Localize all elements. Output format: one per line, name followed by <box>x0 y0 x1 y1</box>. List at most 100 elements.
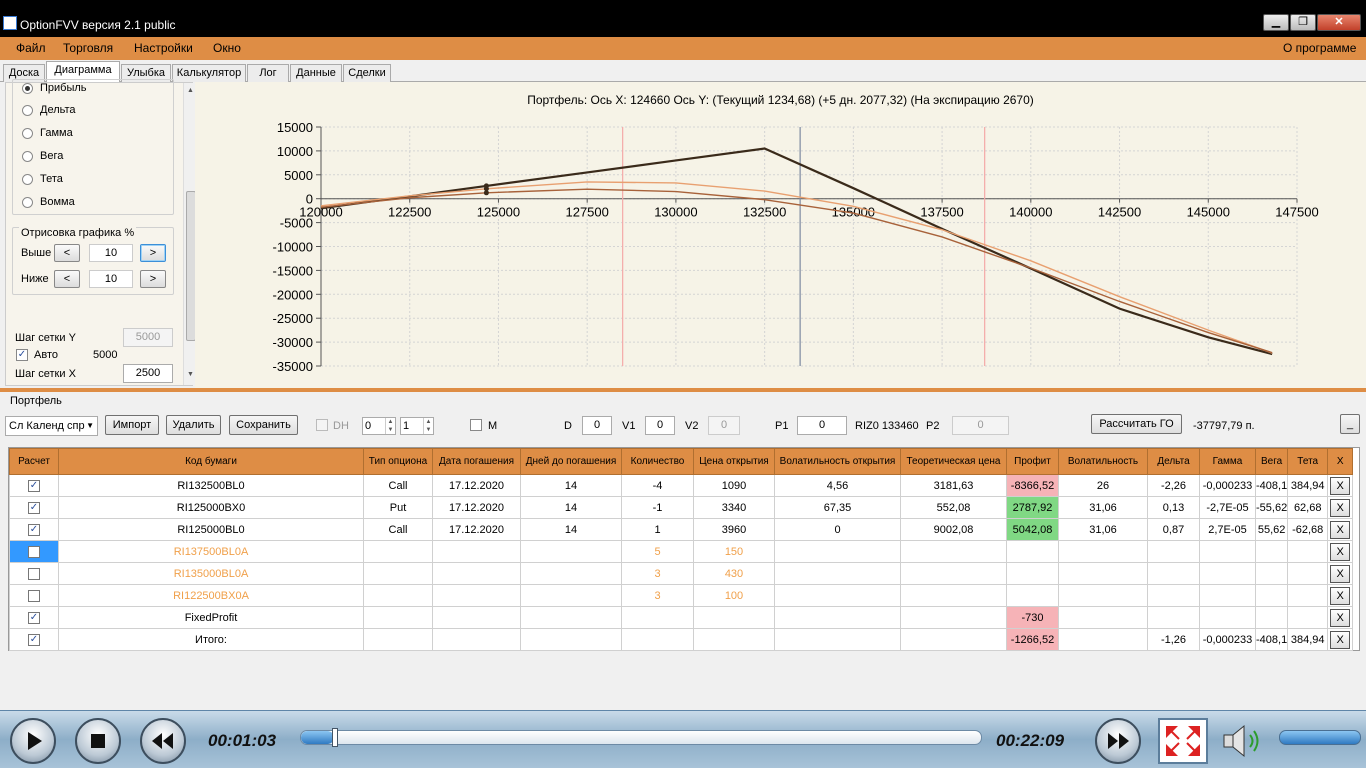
above-increase-button[interactable]: > <box>140 244 166 262</box>
menu-settings[interactable]: Настройки <box>134 41 193 55</box>
table-cell[interactable]: Итого: <box>58 628 364 651</box>
table-cell[interactable] <box>693 628 775 651</box>
strategy-combo[interactable]: Сл Календ спр ▼ <box>5 416 98 436</box>
table-cell[interactable]: 55,62 <box>1254 518 1289 541</box>
table-cell[interactable]: 5 <box>621 540 694 563</box>
table-cell[interactable]: 0 <box>774 518 901 541</box>
row-checkbox[interactable] <box>28 589 40 602</box>
table-cell[interactable]: -62,68 <box>1287 518 1329 541</box>
table-cell[interactable] <box>1058 606 1148 629</box>
table-cell[interactable] <box>520 628 622 651</box>
table-cell[interactable]: 3340 <box>693 496 775 519</box>
table-cell[interactable] <box>1254 606 1289 629</box>
table-cell[interactable] <box>900 540 1007 563</box>
table-cell[interactable]: 26 <box>1058 474 1148 497</box>
table-row[interactable]: ✓ RI132500BL0 Call 17.12.2020 14 -4 1090 4,56 31… <box>9 474 1354 497</box>
table-cell[interactable]: 2787,92 <box>1006 496 1059 519</box>
table-cell[interactable] <box>432 584 521 607</box>
grid-y-input[interactable]: 5000 <box>123 328 173 347</box>
table-cell[interactable] <box>520 540 622 563</box>
table-cell[interactable] <box>774 606 901 629</box>
column-header[interactable]: Цена открытия <box>693 448 775 475</box>
table-cell[interactable]: -1,26 <box>1147 628 1200 651</box>
table-cell[interactable]: 3960 <box>693 518 775 541</box>
spin-box-1[interactable]: 0 ▲ ▼ <box>362 417 396 435</box>
column-header[interactable]: Код бумаги <box>58 448 364 475</box>
save-button[interactable]: Сохранить <box>229 415 298 435</box>
table-cell[interactable]: 0,13 <box>1147 496 1200 519</box>
table-cell[interactable]: 67,35 <box>774 496 901 519</box>
table-cell[interactable] <box>363 562 433 585</box>
delete-row-button[interactable]: X <box>1330 498 1351 517</box>
table-cell[interactable] <box>774 584 901 607</box>
column-header[interactable]: Гамма <box>1199 448 1256 475</box>
spin-box-2[interactable]: 1 ▲ ▼ <box>400 417 434 435</box>
table-cell[interactable]: RI122500BX0A <box>58 584 364 607</box>
table-cell[interactable]: 430 <box>693 562 775 585</box>
below-value[interactable]: 10 <box>89 270 133 288</box>
table-cell[interactable] <box>900 606 1007 629</box>
column-header[interactable]: Количество <box>621 448 694 475</box>
delete-row-button[interactable]: X <box>1330 564 1351 583</box>
table-cell[interactable] <box>1199 562 1256 585</box>
table-cell[interactable]: 17.12.2020 <box>432 518 521 541</box>
tab-data[interactable]: Данные <box>290 64 342 82</box>
below-decrease-button[interactable]: < <box>54 270 80 288</box>
volume-icon[interactable] <box>1220 721 1268 761</box>
column-header[interactable]: Тета <box>1287 448 1329 475</box>
table-cell[interactable] <box>1199 606 1256 629</box>
table-cell[interactable] <box>900 584 1007 607</box>
table-cell[interactable]: -730 <box>1006 606 1059 629</box>
fullscreen-button[interactable] <box>1158 718 1208 764</box>
table-cell[interactable]: RI135000BL0A <box>58 562 364 585</box>
table-cell[interactable] <box>693 606 775 629</box>
table-cell[interactable] <box>1287 606 1329 629</box>
table-cell[interactable]: 3181,63 <box>900 474 1007 497</box>
table-cell[interactable]: Call <box>363 518 433 541</box>
table-cell[interactable] <box>1058 584 1148 607</box>
table-cell[interactable] <box>432 562 521 585</box>
volume-slider[interactable] <box>1279 730 1361 745</box>
table-cell[interactable] <box>1254 562 1289 585</box>
p2-input[interactable]: 0 <box>952 416 1009 435</box>
collapse-button[interactable]: _ <box>1340 414 1360 434</box>
column-header[interactable]: Тип опциона <box>363 448 433 475</box>
column-header[interactable]: Волатильность <box>1058 448 1148 475</box>
table-cell[interactable]: Call <box>363 474 433 497</box>
fast-forward-button[interactable] <box>1095 718 1141 764</box>
table-cell[interactable]: -2,7E-05 <box>1199 496 1256 519</box>
table-cell[interactable] <box>1058 562 1148 585</box>
table-cell[interactable]: 384,94 <box>1287 628 1329 651</box>
table-cell[interactable] <box>432 540 521 563</box>
table-cell[interactable] <box>1199 540 1256 563</box>
table-cell[interactable]: -0,000233 <box>1199 474 1256 497</box>
table-row[interactable]: RI135000BL0A 3 430 X <box>9 562 1354 585</box>
table-cell[interactable] <box>1287 562 1329 585</box>
maximize-button[interactable]: ❐ <box>1290 14 1316 31</box>
table-cell[interactable]: 384,94 <box>1287 474 1329 497</box>
table-cell[interactable]: -1266,52 <box>1006 628 1059 651</box>
table-cell[interactable] <box>900 628 1007 651</box>
v1-input[interactable]: 0 <box>645 416 675 435</box>
delete-row-button[interactable]: X <box>1330 630 1351 649</box>
menu-file[interactable]: Файл <box>16 41 46 55</box>
table-cell[interactable] <box>1199 584 1256 607</box>
scroll-down-icon[interactable]: ▼ <box>187 371 194 378</box>
table-row[interactable]: RI137500BL0A 5 150 X <box>9 540 1354 563</box>
table-cell[interactable] <box>1254 584 1289 607</box>
table-cell[interactable] <box>363 540 433 563</box>
table-cell[interactable]: RI137500BL0A <box>58 540 364 563</box>
table-cell[interactable]: 31,06 <box>1058 496 1148 519</box>
table-row[interactable]: RI122500BX0A 3 100 X <box>9 584 1354 607</box>
rewind-button[interactable] <box>140 718 186 764</box>
table-cell[interactable]: -4 <box>621 474 694 497</box>
table-cell[interactable] <box>520 584 622 607</box>
row-checkbox[interactable]: ✓ <box>28 523 40 536</box>
p1-input[interactable]: 0 <box>797 416 847 435</box>
below-increase-button[interactable]: > <box>140 270 166 288</box>
row-calc-cell[interactable]: ✓ <box>9 496 59 519</box>
table-cell[interactable]: 3 <box>621 584 694 607</box>
table-cell[interactable] <box>363 606 433 629</box>
delete-row-button[interactable]: X <box>1330 476 1351 495</box>
table-row[interactable]: ✓ RI125000BL0 Call 17.12.2020 14 1 3960 0 9002,0… <box>9 518 1354 541</box>
